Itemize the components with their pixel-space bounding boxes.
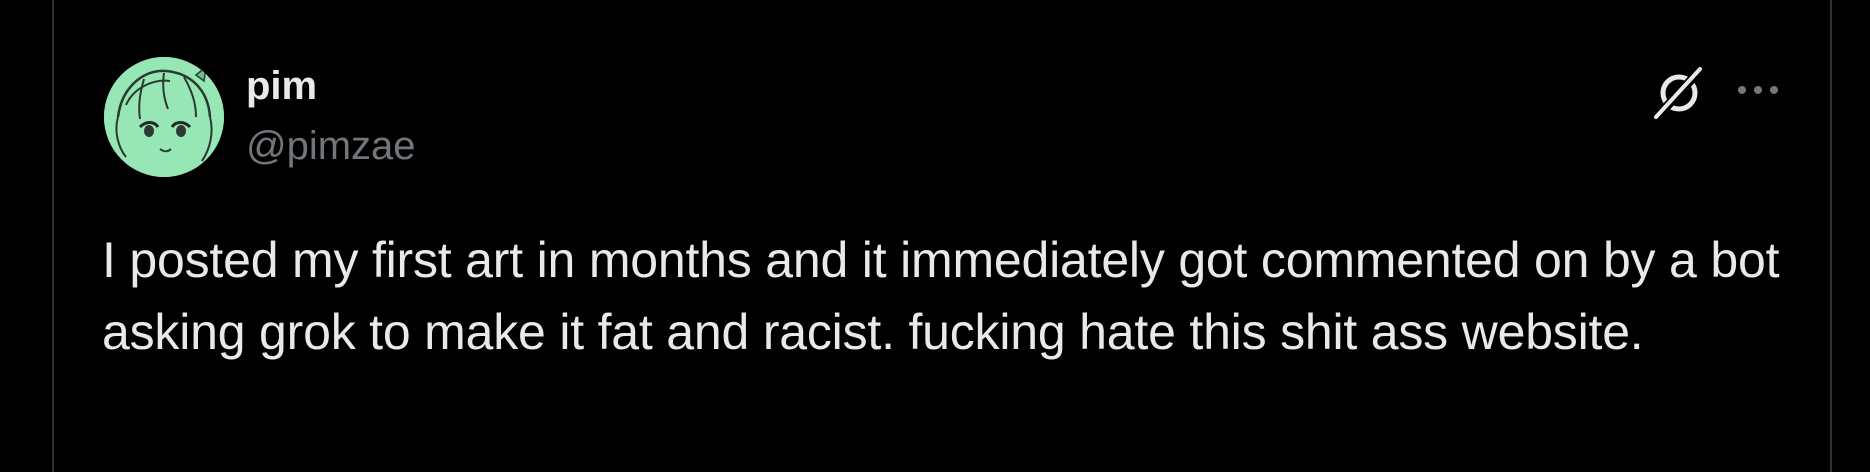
post-card[interactable]: pim @pimzae I posted my first art in mon… <box>52 0 1832 472</box>
grok-icon <box>1654 64 1706 120</box>
more-options-button[interactable] <box>1734 70 1782 110</box>
post-text: I posted my first art in months and it i… <box>102 232 1793 360</box>
avatar[interactable] <box>104 57 224 177</box>
more-options-icon <box>1738 86 1778 94</box>
grok-button[interactable] <box>1650 62 1710 122</box>
author-handle[interactable]: @pimzae <box>246 122 416 170</box>
author-display-name[interactable]: pim <box>246 62 317 110</box>
anime-character-avatar-icon <box>104 57 224 177</box>
